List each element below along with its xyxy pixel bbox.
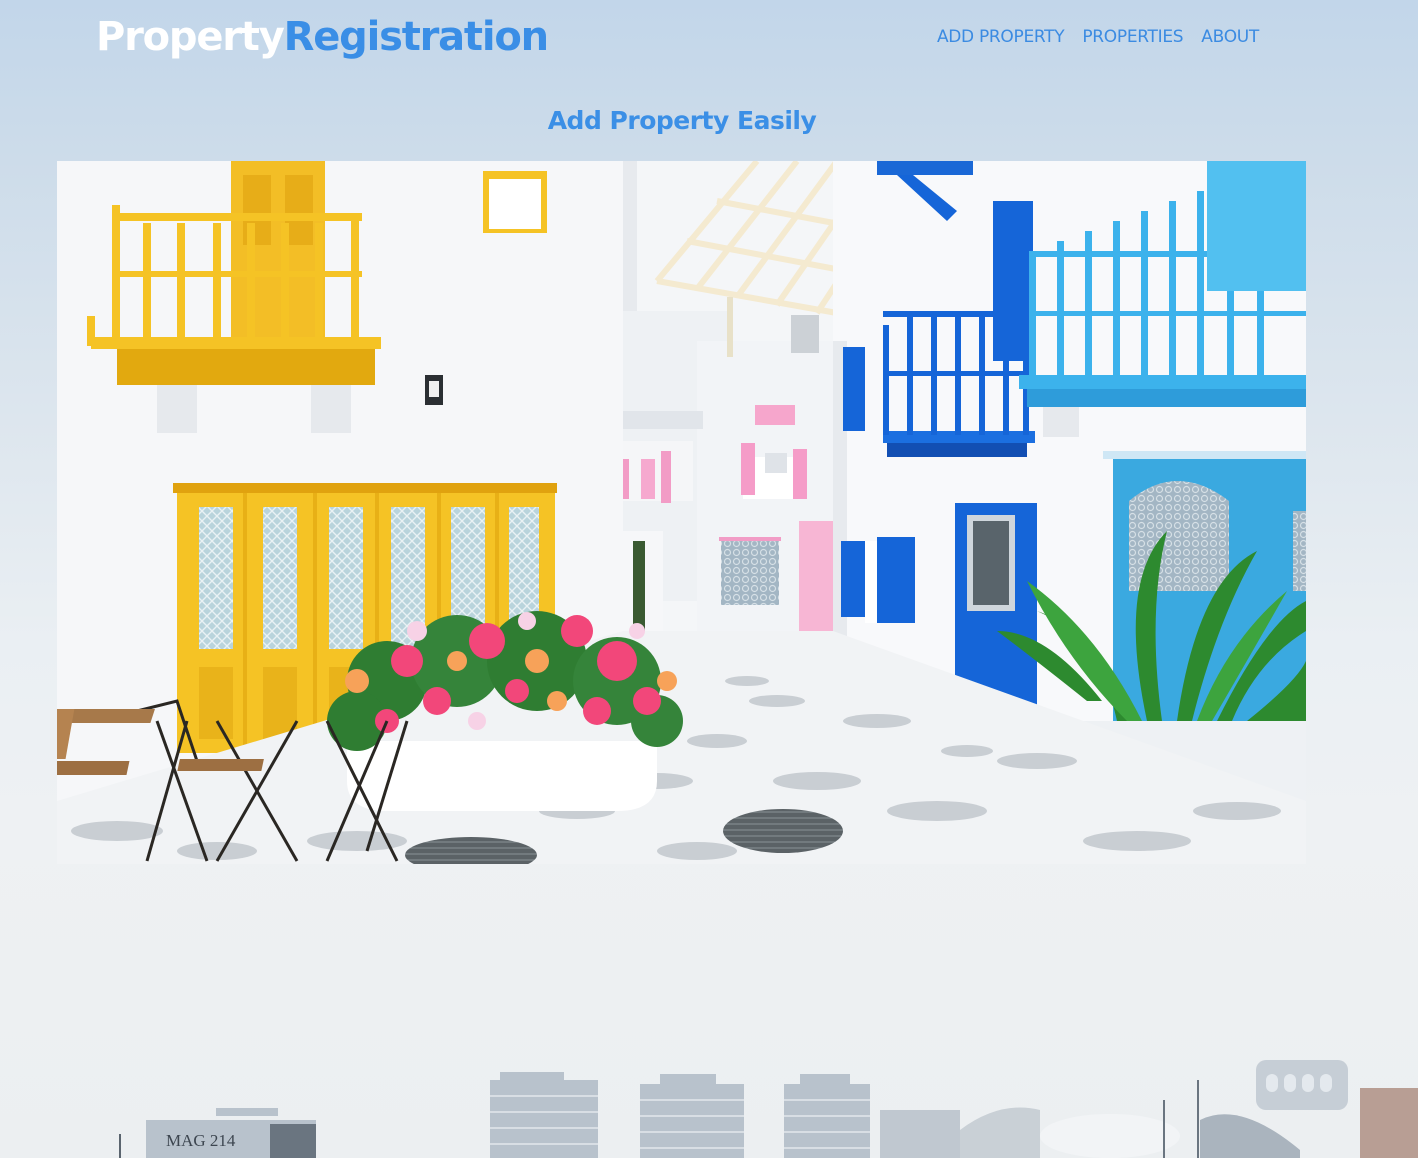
- site-logo[interactable]: PropertyRegistration: [96, 12, 550, 62]
- nav-add-property[interactable]: ADD PROPERTY: [937, 25, 1065, 49]
- logo-text-registration: Registration: [283, 14, 550, 60]
- nav-properties[interactable]: PROPERTIES: [1082, 25, 1183, 49]
- logo-text-property: Property: [96, 14, 285, 60]
- city-skyline: MAG 214: [0, 1040, 1418, 1158]
- main-nav: ADD PROPERTY PROPERTIES ABOUT: [937, 25, 1259, 49]
- site-header: PropertyRegistration ADD PROPERTY PROPER…: [0, 0, 1418, 80]
- hero-title: Add Property Easily: [547, 106, 817, 135]
- building-sign-text: MAG 214: [166, 1131, 236, 1150]
- nav-about[interactable]: ABOUT: [1201, 25, 1259, 49]
- hero-image: [57, 161, 1306, 864]
